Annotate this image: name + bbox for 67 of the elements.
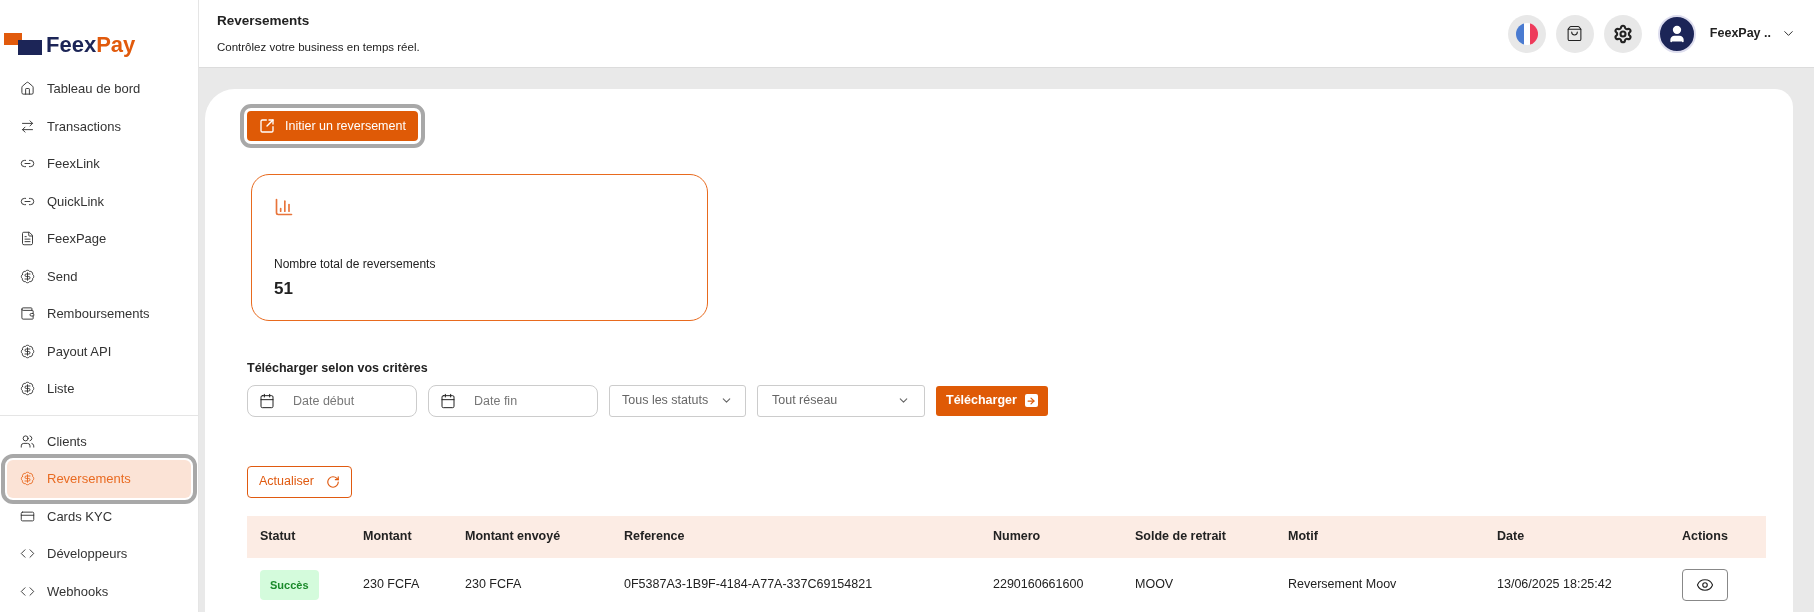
table-cell-text: MOOV: [1135, 576, 1174, 594]
sidebar-item[interactable]: Développeurs: [7, 535, 191, 573]
download-title: Télécharger selon vos critères: [247, 360, 429, 377]
logo-icon: [4, 33, 42, 55]
sidebar-item[interactable]: Tableau de bord: [7, 70, 191, 108]
settings-icon: [1612, 23, 1633, 44]
money-icon: [20, 343, 35, 359]
settings-button[interactable]: [1603, 14, 1642, 53]
sidebar-item[interactable]: FeexPage: [7, 220, 191, 258]
sidebar-item[interactable]: Webhooks: [7, 572, 191, 610]
sidebar-item[interactable]: Liste: [7, 370, 191, 408]
column-header: Actions: [1682, 528, 1728, 546]
home-icon: [20, 81, 35, 97]
sidebar-item[interactable]: Send: [7, 257, 191, 295]
arrows-icon: [20, 118, 35, 134]
column-header: Reference: [624, 528, 685, 546]
column-header: Motif: [1288, 528, 1318, 546]
table-cell-text: 230 FCFA: [465, 576, 522, 594]
sidebar-item[interactable]: Transactions: [7, 107, 191, 145]
money-icon: [20, 381, 35, 397]
column-header: Montant envoyé: [465, 528, 561, 546]
sidebar-item[interactable]: FeexLink: [7, 145, 191, 183]
refresh-icon: [325, 474, 340, 489]
sidebar-item[interactable]: Remboursements: [7, 295, 191, 333]
table-cell-text: Reversement Moov: [1288, 576, 1397, 594]
bag-icon: [1566, 25, 1584, 42]
bar-chart-icon: [274, 197, 294, 217]
page-title: Reversements: [217, 11, 311, 30]
sidebar-item[interactable]: Payout API: [7, 332, 191, 370]
column-header: Montant: [363, 528, 412, 546]
column-header: Statut: [260, 528, 296, 546]
avatar[interactable]: [1657, 14, 1696, 53]
language-button[interactable]: [1507, 14, 1546, 53]
refresh-button[interactable]: Actualiser: [247, 465, 352, 498]
calendar-icon: [440, 392, 456, 409]
flag-icon: [1515, 22, 1538, 45]
money-icon: [20, 268, 35, 284]
document-icon: [20, 231, 35, 247]
money-icon: [20, 471, 35, 487]
view-button[interactable]: [1682, 568, 1728, 601]
stat-label: Nombre total de reversements: [274, 256, 437, 273]
table-cell-text: 0F5387A3-1B9F-4184-A77A-337C69154821: [624, 576, 873, 594]
start-date-field[interactable]: Date début: [247, 384, 417, 417]
table-cell-text: 230 FCFA: [363, 576, 420, 594]
stat-value: 51: [274, 278, 294, 300]
sidebar-item[interactable]: Cards KYC: [7, 497, 191, 535]
column-header: Date: [1497, 528, 1525, 546]
column-header: Numero: [993, 528, 1041, 546]
shop-button[interactable]: [1555, 14, 1594, 53]
users-icon: [20, 433, 35, 449]
sidebar-item[interactable]: Clients: [7, 422, 191, 460]
arrow-right-icon: [1024, 394, 1038, 408]
status-select[interactable]: Tous les statuts: [609, 384, 746, 417]
download-button[interactable]: Télécharger: [936, 385, 1048, 416]
card-icon: [20, 508, 35, 524]
wallet-icon: [20, 306, 35, 322]
sidebar-item[interactable]: QuickLink: [7, 182, 191, 220]
logo-text: FeexPay: [46, 30, 136, 59]
column-header: Solde de retrait: [1135, 528, 1226, 546]
table-cell-text: 13/06/2025 18:25:42: [1497, 576, 1612, 594]
network-select[interactable]: Tout réseau: [757, 384, 925, 417]
page-subtitle: Contrôlez votre business en temps réel.: [217, 40, 421, 55]
table-cell-text: 2290160661600: [993, 576, 1084, 594]
end-date-field[interactable]: Date fin: [428, 384, 598, 417]
user-menu[interactable]: FeexPay ..: [1709, 24, 1796, 43]
calendar-icon: [259, 392, 275, 409]
status-badge: Succès: [260, 569, 319, 600]
